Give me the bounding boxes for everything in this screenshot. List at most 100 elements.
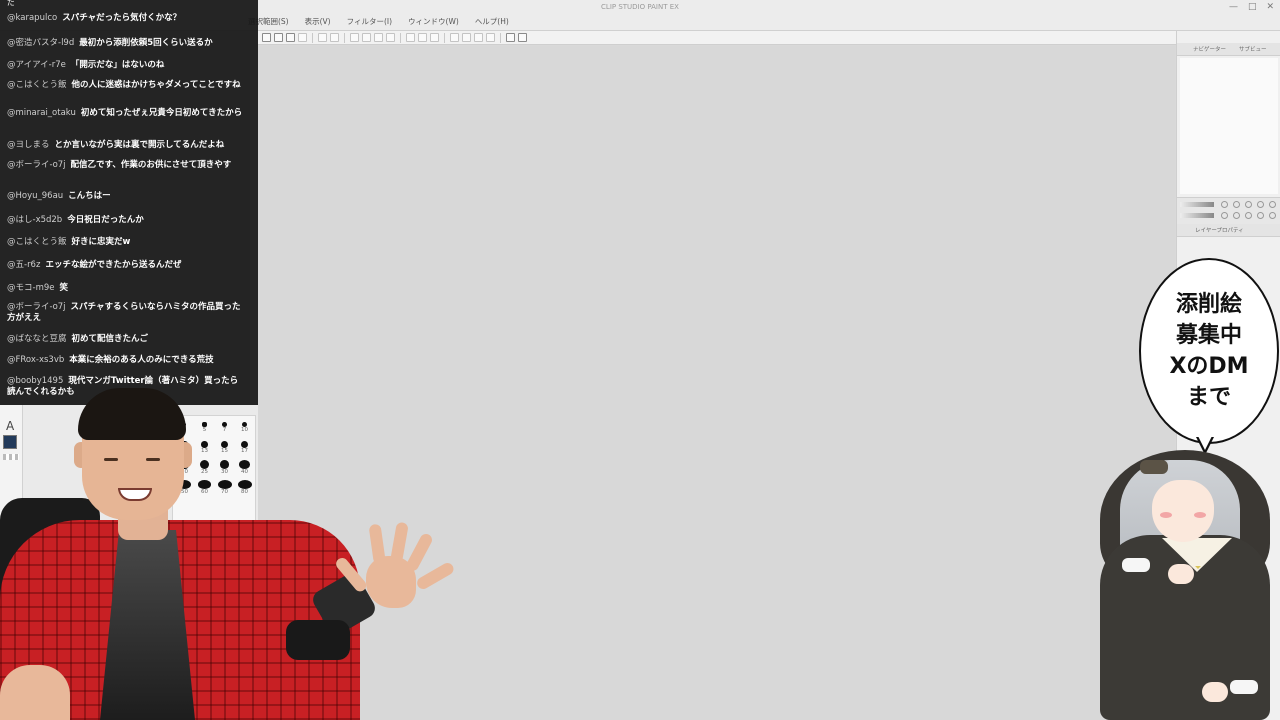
chat-text: エッチな絵ができたから送るんだぜ	[45, 260, 182, 270]
chat-username[interactable]: @こはくとう飯	[7, 237, 67, 247]
chat-username[interactable]: @モコ-m9e	[7, 283, 55, 293]
toolbar-divider	[500, 32, 501, 43]
finger	[404, 531, 435, 573]
flip-v-icon[interactable]	[1269, 212, 1276, 219]
zoom-out-icon[interactable]	[1221, 201, 1228, 208]
chat-message: @ボーライ-o7j スパチャするくらいならハミタの作品買った方がええ	[7, 302, 245, 324]
tab-subview[interactable]: サブビュー	[1239, 45, 1267, 53]
left-hand	[0, 665, 70, 720]
chat-username[interactable]: @こはくとう飯	[7, 80, 67, 90]
chat-username[interactable]: @ヨしまる	[7, 140, 50, 150]
character-hand	[1168, 564, 1194, 584]
eye	[104, 458, 118, 461]
chat-username[interactable]: @minarai_otaku	[7, 108, 76, 118]
chat-username[interactable]: @karapulco	[7, 13, 57, 23]
close-button[interactable]: ✕	[1266, 2, 1274, 12]
chat-message: @FRox-xs3vb 本業に余裕のある人のみにできる荒技	[7, 355, 245, 366]
chat-text: こんちはー	[68, 191, 111, 201]
crop-icon[interactable]	[430, 33, 439, 42]
new-file-icon[interactable]	[262, 33, 271, 42]
menu-help[interactable]: ヘルプ(H)	[475, 14, 509, 30]
clear-icon[interactable]	[350, 33, 359, 42]
character-blush	[1194, 512, 1206, 518]
waving-hand	[333, 521, 458, 618]
chat-username[interactable]: @はし-x5d2b	[7, 215, 62, 225]
rotate-slider[interactable]	[1180, 213, 1214, 218]
chair-arm	[286, 620, 350, 660]
chat-text: とか言いながら実は裏で開示してるんだよね	[54, 140, 225, 150]
menu-window[interactable]: ウィンドウ(W)	[408, 14, 459, 30]
chat-message: @はし-x5d2b 今日祝日だったんか	[7, 215, 245, 226]
window-controls: — □ ✕	[1229, 2, 1274, 12]
character-hair-clip	[1140, 460, 1168, 474]
live-chat-overlay: だ @karapulco スパチャだったら気付くかな？ @密造パスタ-l9d 最初から…	[0, 0, 258, 405]
fill-icon[interactable]	[374, 33, 383, 42]
navigator-preview[interactable]	[1180, 58, 1278, 194]
chat-text: 笑	[59, 283, 69, 293]
chat-message: @ばななと豆腐 初めて配信きたんご	[7, 334, 245, 345]
chat-text: 本業に余裕のある人のみにできる荒技	[69, 355, 214, 365]
navigator-tabbar: ナビゲーター サブビュー	[1177, 43, 1280, 56]
bubble-line: XのDM	[1169, 354, 1249, 379]
maximize-button[interactable]: □	[1248, 2, 1257, 12]
chat-username[interactable]: @FRox-xs3vb	[7, 355, 64, 365]
chat-message: @アイアイ-r7e 「開示だな」はないのね	[7, 60, 245, 71]
bubble-line: 募集中	[1175, 323, 1242, 348]
chat-text: 「開示だな」はないのね	[70, 60, 165, 70]
snap-grid-icon[interactable]	[474, 33, 483, 42]
character-cuff	[1122, 558, 1150, 572]
chat-message: @五-r6z エッチな絵ができたから送るんだぜ	[7, 260, 245, 271]
chat-username[interactable]: @五-r6z	[7, 260, 40, 270]
chat-username[interactable]: @ばななと豆腐	[7, 334, 67, 344]
menu-filter[interactable]: フィルター(I)	[347, 14, 392, 30]
toolbar-divider	[344, 32, 345, 43]
snap-special-ruler-icon[interactable]	[462, 33, 471, 42]
bubble-line: 添削絵	[1175, 292, 1242, 317]
redo-icon[interactable]	[330, 33, 339, 42]
fit-window-icon[interactable]	[1269, 201, 1276, 208]
clear-outside-icon[interactable]	[362, 33, 371, 42]
deselect-icon[interactable]	[406, 33, 415, 42]
flip-h-icon[interactable]	[1257, 212, 1264, 219]
actual-size-icon[interactable]	[1257, 201, 1264, 208]
open-file-icon[interactable]	[274, 33, 283, 42]
chat-message: @minarai_otaku 初めて知ったぜぇ兄貴今日初めてきたから	[7, 108, 245, 119]
export-icon[interactable]	[298, 33, 307, 42]
toolbar-divider	[444, 32, 445, 43]
smartphone-icon[interactable]	[506, 33, 515, 42]
chat-message: @karapulco スパチャだったら気付くかな？	[7, 13, 245, 24]
help-icon[interactable]	[518, 33, 527, 42]
chat-username[interactable]: @密造パスタ-l9d	[7, 38, 74, 48]
menu-view[interactable]: 表示(V)	[305, 14, 331, 30]
chat-text: 今日祝日だったんか	[67, 215, 144, 225]
reset-rotate-icon[interactable]	[1245, 212, 1252, 219]
chat-message: @こはくとう飯 好きに忠実だw	[7, 237, 245, 248]
tab-navigator[interactable]: ナビゲーター	[1193, 45, 1226, 53]
chat-username[interactable]: @ボーライ-o7j	[7, 302, 66, 312]
toolbar-divider	[312, 32, 313, 43]
hair	[78, 388, 186, 440]
recruit-speech-bubble: 添削絵 募集中 XのDM まで	[1139, 258, 1279, 444]
command-bar	[258, 31, 1176, 45]
chat-username[interactable]: @アイアイ-r7e	[7, 60, 66, 70]
zoom-in-icon[interactable]	[1233, 201, 1240, 208]
zoom-slider[interactable]	[1180, 202, 1214, 207]
navigator-controls	[1177, 197, 1280, 225]
invert-selection-icon[interactable]	[418, 33, 427, 42]
chat-username[interactable]: @ボーライ-o7j	[7, 160, 66, 170]
undo-icon[interactable]	[318, 33, 327, 42]
snap-perspective-icon[interactable]	[486, 33, 495, 42]
transform-icon[interactable]	[386, 33, 395, 42]
rotate-left-icon[interactable]	[1221, 212, 1228, 219]
chat-message: @モコ-m9e 笑	[7, 283, 245, 294]
snap-ruler-icon[interactable]	[450, 33, 459, 42]
eye	[146, 458, 160, 461]
fit-icon[interactable]	[1245, 201, 1252, 208]
tab-layer-property[interactable]: レイヤープロパティ	[1195, 226, 1244, 234]
chat-text: 最初から添削依頼5回くらい送るか	[79, 38, 213, 48]
chat-message: @こはくとう飯 他の人に迷惑はかけちゃダメってことですね	[7, 80, 245, 91]
minimize-button[interactable]: —	[1229, 2, 1238, 12]
chat-username[interactable]: @Hoyu_96au	[7, 191, 63, 201]
save-icon[interactable]	[286, 33, 295, 42]
rotate-right-icon[interactable]	[1233, 212, 1240, 219]
